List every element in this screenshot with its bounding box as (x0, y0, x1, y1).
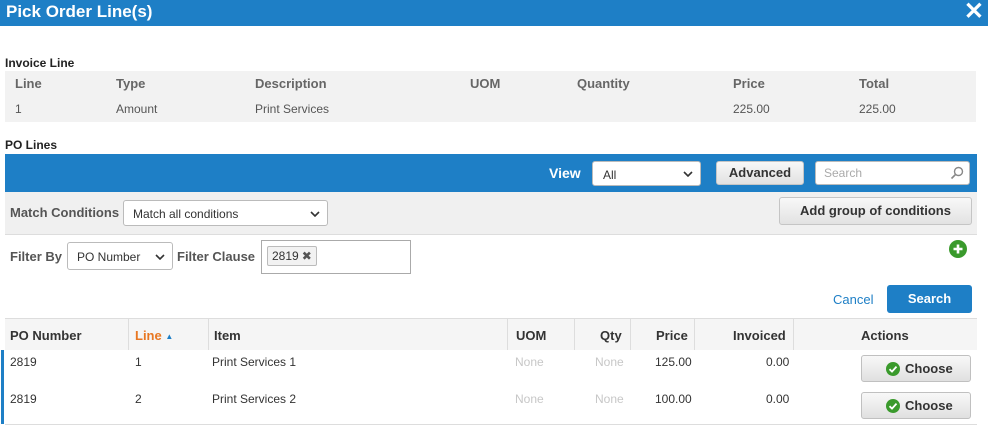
column-divider (208, 319, 209, 350)
filter-clause-tag-text: 2819 (272, 249, 299, 263)
invoice-header-type: Type (116, 76, 146, 91)
invoice-value-total: 225.00 (859, 102, 896, 116)
column-divider (793, 319, 794, 350)
column-line[interactable]: Line ▲ (135, 328, 173, 343)
invoice-header-line: Line (15, 76, 42, 91)
invoice-header-quantity: Quantity (577, 76, 630, 91)
cell-uom: None (515, 355, 544, 369)
search-button[interactable]: Search (887, 285, 972, 313)
column-divider (128, 319, 129, 350)
cell-price: 125.00 (655, 355, 692, 369)
advanced-button[interactable]: Advanced (716, 161, 804, 185)
checkmark-icon (886, 362, 900, 376)
choose-button[interactable]: Choose (861, 392, 971, 419)
invoice-value-line: 1 (15, 102, 22, 116)
invoice-header-total: Total (859, 76, 890, 91)
row-marker (1, 350, 4, 387)
table-row[interactable]: 2819 1 Print Services 1 None None 125.00… (1, 350, 977, 388)
choose-button[interactable]: Choose (861, 355, 971, 382)
column-divider (630, 319, 631, 350)
cell-line: 2 (135, 392, 142, 406)
filter-by-select[interactable]: PO Number (67, 242, 173, 270)
view-select[interactable]: All (592, 161, 701, 186)
po-toolbar: View All Advanced (5, 154, 977, 192)
filter-by-label: Filter By (10, 249, 63, 264)
filter-panel: Match Conditions Match all conditions Ad… (5, 192, 977, 318)
view-label: View (549, 165, 581, 181)
column-item[interactable]: Item (214, 328, 241, 343)
cell-invoiced: 0.00 (766, 392, 790, 406)
cell-item: Print Services 2 (212, 392, 297, 406)
table-row[interactable]: 2819 2 Print Services 2 None None 100.00… (1, 387, 977, 425)
chevron-down-icon (155, 254, 165, 260)
invoice-header-uom: UOM (470, 76, 501, 91)
cell-qty: None (595, 355, 624, 369)
filter-clause-tag: 2819 ✖ (267, 246, 317, 266)
column-line-label: Line (135, 328, 162, 343)
match-conditions-value: Match all conditions (133, 207, 239, 221)
invoice-header-price: Price (733, 76, 765, 91)
remove-tag-icon[interactable]: ✖ (302, 249, 312, 263)
cell-qty: None (595, 392, 624, 406)
chevron-down-icon (310, 211, 320, 217)
table-header: PO Number Line ▲ Item UOM Qty Price Invo… (5, 318, 977, 351)
match-conditions-select[interactable]: Match all conditions (123, 200, 328, 226)
filter-clause-label: Filter Clause (177, 249, 256, 264)
invoice-value-type: Amount (116, 102, 158, 116)
toolbar-search[interactable] (815, 161, 970, 185)
column-divider (507, 319, 508, 350)
filter-by-value: PO Number (77, 250, 141, 264)
choose-button-label: Choose (905, 361, 953, 376)
add-group-of-conditions-button[interactable]: Add group of conditions (779, 197, 972, 225)
checkmark-icon (886, 399, 900, 413)
row-marker (1, 387, 4, 424)
search-input[interactable] (822, 165, 946, 181)
column-divider (574, 319, 575, 350)
search-icon[interactable] (950, 166, 964, 180)
cell-line: 1 (135, 355, 142, 369)
chevron-down-icon (683, 171, 693, 177)
po-lines-section-label: PO Lines (5, 138, 58, 152)
invoice-value-price: 225.00 (733, 102, 770, 116)
invoice-value-description: Print Services (255, 102, 330, 116)
column-actions: Actions (861, 328, 909, 343)
dialog-title: Pick Order Line(s) (6, 2, 153, 21)
invoice-line-section-label: Invoice Line (5, 56, 75, 70)
sort-ascending-icon: ▲ (165, 332, 174, 341)
cell-item: Print Services 1 (212, 355, 297, 369)
column-divider (694, 319, 695, 350)
cancel-link[interactable]: Cancel (833, 292, 873, 307)
column-invoiced[interactable]: Invoiced (733, 328, 786, 343)
choose-button-label: Choose (905, 398, 953, 413)
view-select-value: All (603, 168, 617, 182)
cell-po-number: 2819 (10, 392, 37, 406)
cell-invoiced: 0.00 (766, 355, 790, 369)
column-qty[interactable]: Qty (600, 328, 622, 343)
invoice-line-table: Line Type Description UOM Quantity Price… (5, 71, 976, 122)
add-condition-icon[interactable] (949, 240, 967, 258)
column-price[interactable]: Price (656, 328, 688, 343)
column-uom[interactable]: UOM (516, 328, 546, 343)
cell-price: 100.00 (655, 392, 692, 406)
close-icon[interactable]: ✕ (964, 0, 984, 25)
cell-uom: None (515, 392, 544, 406)
match-conditions-label: Match Conditions (10, 205, 120, 220)
cell-po-number: 2819 (10, 355, 37, 369)
dialog-titlebar: Pick Order Line(s) ✕ (0, 0, 988, 26)
invoice-header-description: Description (255, 76, 327, 91)
column-po-number[interactable]: PO Number (10, 328, 82, 343)
filter-clause-input[interactable]: 2819 ✖ (261, 240, 411, 274)
